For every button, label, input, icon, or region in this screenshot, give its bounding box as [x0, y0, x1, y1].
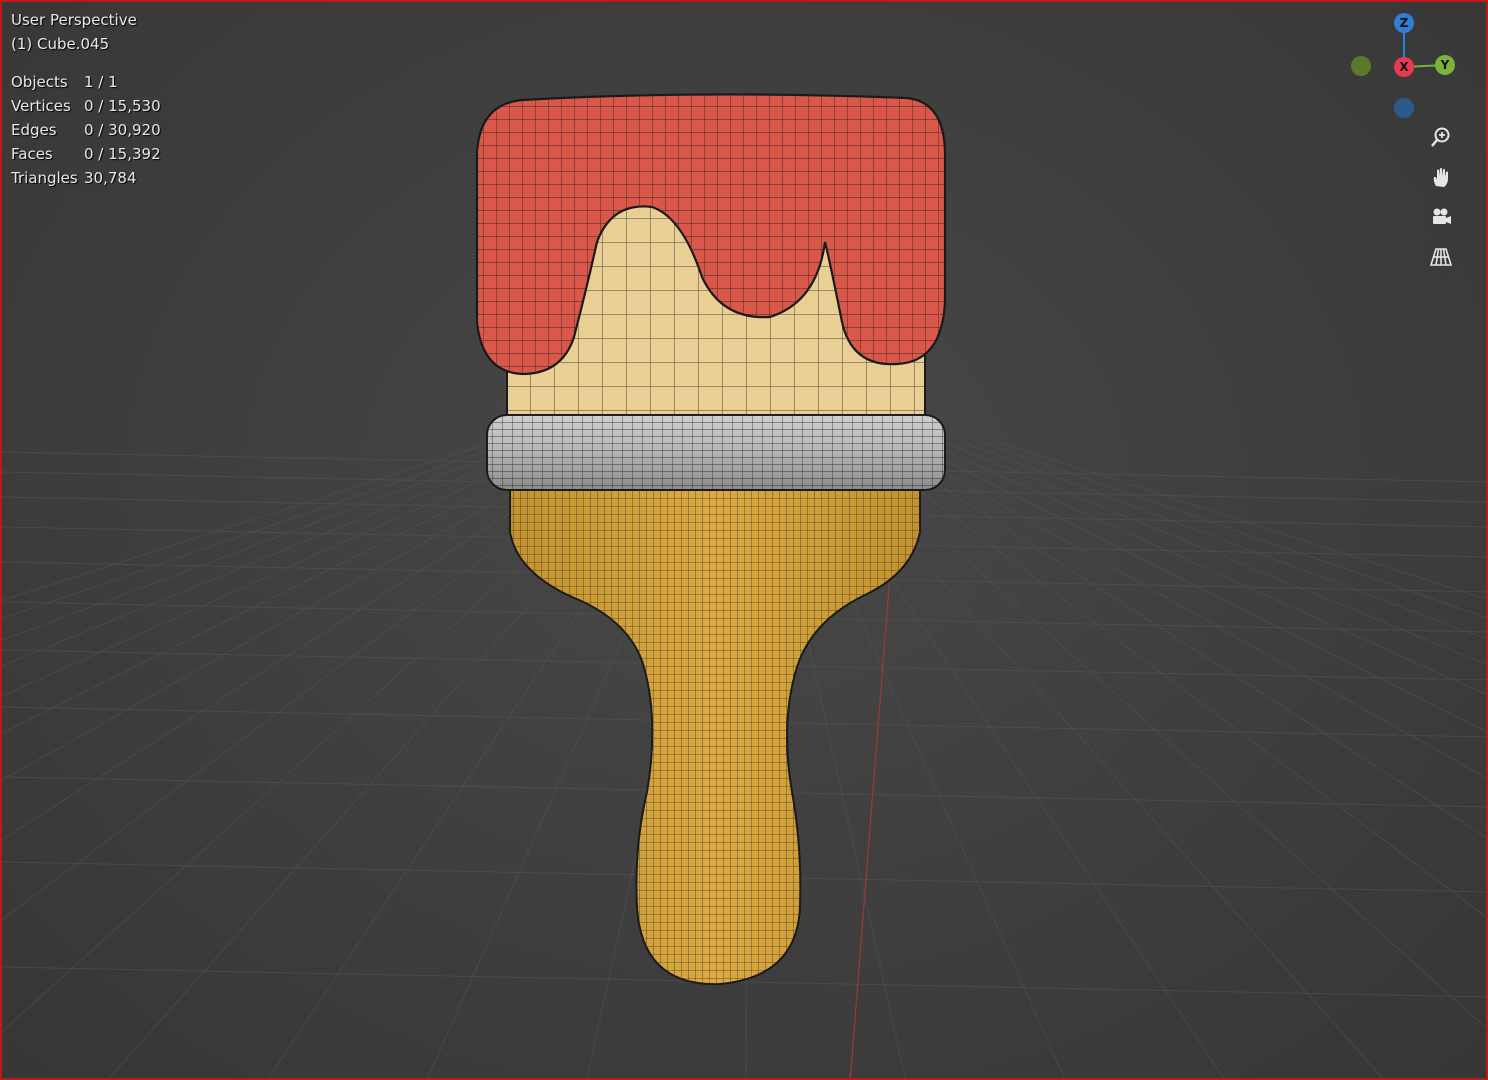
stat-row-vertices: Vertices 0 / 15,530: [11, 94, 161, 118]
stat-value: 0 / 15,530: [84, 97, 161, 115]
stat-label: Triangles: [11, 169, 78, 187]
zoom-button[interactable]: [1425, 121, 1457, 153]
stat-label: Edges: [11, 121, 57, 139]
stat-row-faces: Faces 0 / 15,392: [11, 142, 161, 166]
active-object-label: (1) Cube.045: [11, 35, 110, 53]
stat-row-objects: Objects 1 / 1: [11, 70, 161, 94]
3d-viewport[interactable]: User Perspective (1) Cube.045 Objects 1 …: [0, 0, 1488, 1080]
gizmo-x-axis[interactable]: X: [1394, 57, 1414, 77]
navigation-gizmo[interactable]: Z Y X: [1342, 7, 1472, 127]
stat-value: 1 / 1: [84, 73, 118, 91]
stat-value: 0 / 15,392: [84, 145, 161, 163]
camera-view-button[interactable]: [1425, 201, 1457, 233]
stat-row-edges: Edges 0 / 30,920: [11, 118, 161, 142]
camera-icon: [1433, 208, 1451, 224]
gizmo-y-axis[interactable]: Y: [1435, 55, 1455, 75]
stat-label: Faces: [11, 145, 53, 163]
stat-label: Objects: [11, 73, 68, 91]
viewport-scene: [2, 93, 1486, 1078]
zoom-icon: [1431, 127, 1450, 147]
stat-value: 30,784: [84, 169, 137, 187]
pan-button[interactable]: [1425, 161, 1457, 193]
stat-value: 0 / 30,920: [84, 121, 161, 139]
hand-pan-icon: [1433, 168, 1448, 187]
perspective-toggle-button[interactable]: [1425, 241, 1457, 273]
stat-label: Vertices: [11, 97, 71, 115]
scene-statistics: Objects 1 / 1 Vertices 0 / 15,530 Edges …: [11, 70, 161, 190]
gizmo-z-axis[interactable]: Z: [1394, 13, 1414, 33]
perspective-grid-icon: [1430, 248, 1452, 266]
paintbrush-model[interactable]: [475, 93, 947, 986]
view-name-label: User Perspective: [11, 11, 137, 29]
gizmo-neg-y-axis[interactable]: [1351, 56, 1371, 76]
stat-row-triangles: Triangles 30,784: [11, 166, 161, 190]
gizmo-neg-z-axis[interactable]: [1394, 98, 1414, 118]
